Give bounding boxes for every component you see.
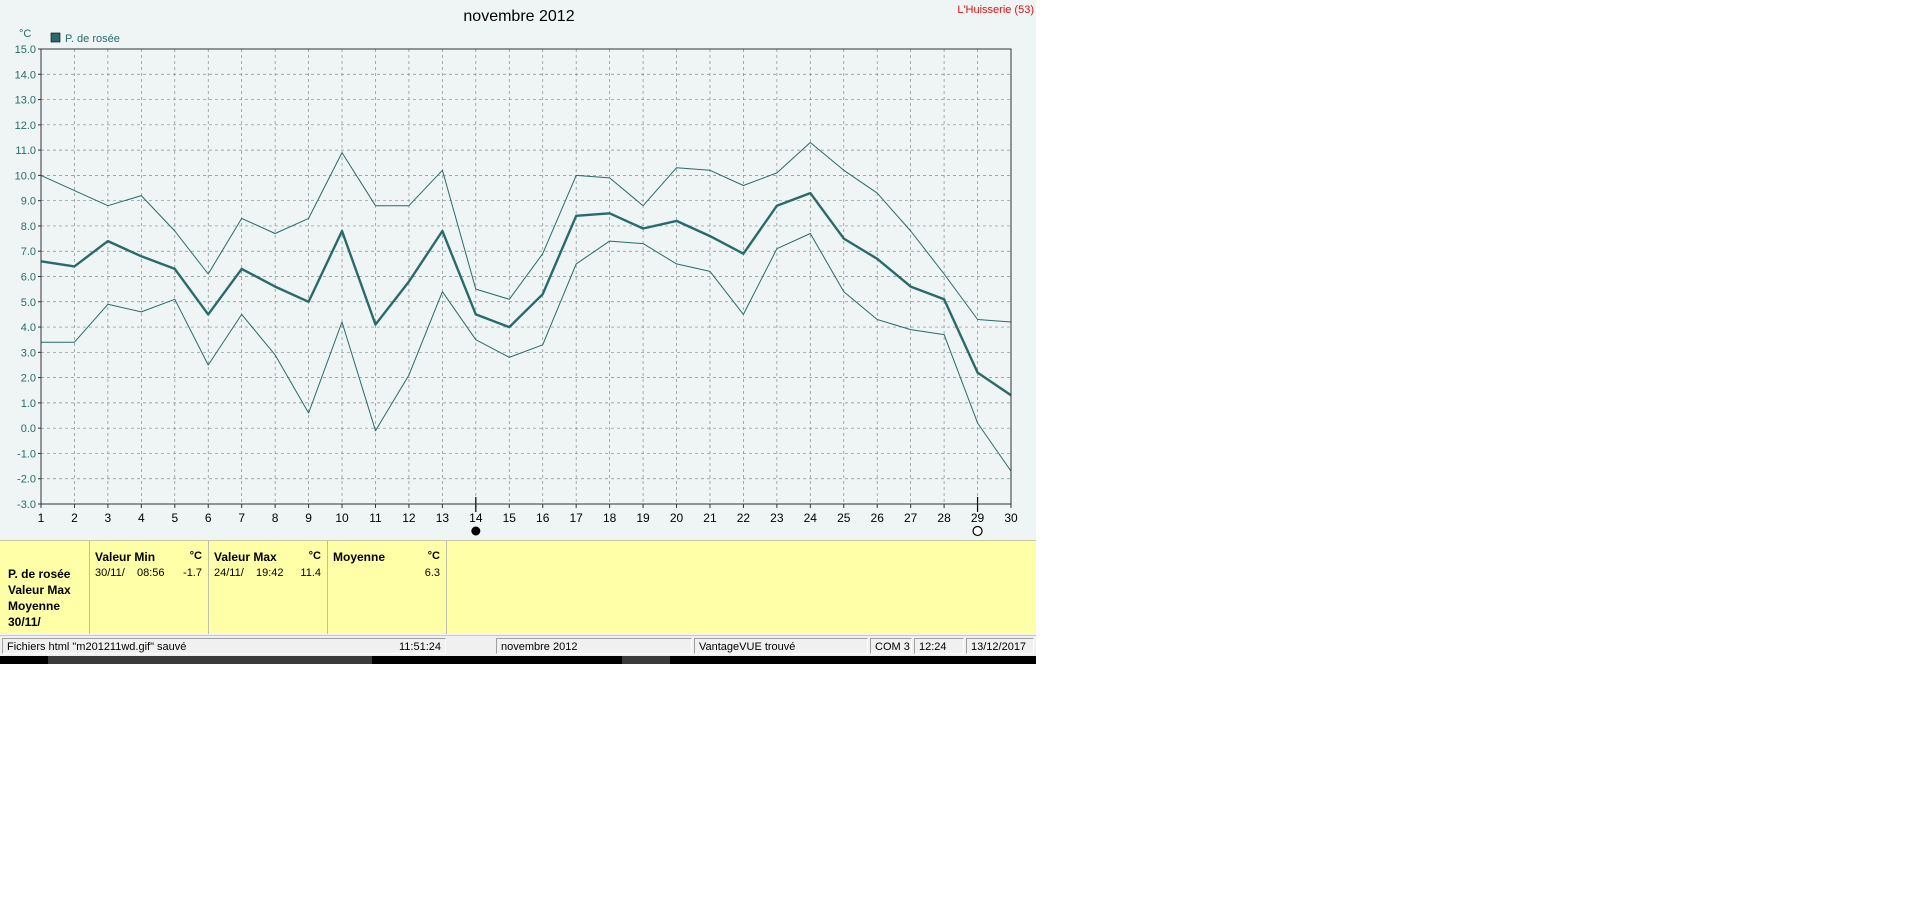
avg-column: Moyenne °C 6.3 xyxy=(328,541,447,634)
avg-unit: °C xyxy=(427,550,440,562)
y-tick-label: 15.0 xyxy=(15,44,36,56)
legend-swatch xyxy=(50,32,61,43)
y-tick-label: 12.0 xyxy=(15,120,36,132)
y-tick-label: -3.0 xyxy=(17,499,36,511)
y-tick-label: 0.0 xyxy=(21,423,36,435)
x-tick-label: 16 xyxy=(536,511,550,525)
y-tick-label: 4.0 xyxy=(21,322,36,334)
status-time-saved: 11:51:24 xyxy=(398,641,441,653)
date-label: 30/11/ xyxy=(8,615,41,629)
avg-label: Moyenne xyxy=(8,599,61,613)
x-tick-label: 3 xyxy=(105,511,112,525)
y-axis-unit: °C xyxy=(19,28,31,40)
x-tick-label: 9 xyxy=(305,511,312,525)
y-tick-label: 2.0 xyxy=(21,373,36,385)
stats-labels-column: P. de rosée Valeur Max Moyenne 30/11/ xyxy=(0,541,90,634)
y-tick-label: 1.0 xyxy=(21,398,36,410)
x-tick-label: 20 xyxy=(670,511,684,525)
series-layer xyxy=(40,142,1012,472)
x-tick-label: 6 xyxy=(205,511,212,525)
weather-app-window: novembre 2012 °C P. de rosée 15.0 14.0 13.… xyxy=(0,0,1036,664)
x-tick-label: 12 xyxy=(402,511,416,525)
x-tick-label: 19 xyxy=(636,511,650,525)
max-date: 24/11/ xyxy=(214,567,244,579)
min-date: 30/11/ xyxy=(95,567,125,579)
dew-point-chart: novembre 2012 °C P. de rosée 15.014.013.… xyxy=(15,8,1018,537)
y-tick-label: 9.0 xyxy=(21,196,36,208)
min-header: Valeur Min xyxy=(95,550,156,564)
series-line-max xyxy=(40,142,1012,323)
x-tick-label: 26 xyxy=(871,511,885,525)
x-tick-label: 29 xyxy=(971,511,985,525)
new-moon-icon xyxy=(471,526,481,536)
x-axis: 1 2 3 4 5 6 7 8 9 10 11 12 13 14 15 16 17 18 19 20 21 22 23 24 2… xyxy=(38,504,1018,525)
y-tick-label: 11.0 xyxy=(15,145,36,157)
x-tick-label: 10 xyxy=(335,511,349,525)
max-label: Valeur Max xyxy=(8,583,71,597)
avg-header: Moyenne xyxy=(333,550,386,564)
x-tick-label: 25 xyxy=(837,511,851,525)
status-port: COM 3 xyxy=(870,638,912,654)
bottom-strip xyxy=(0,656,1036,664)
x-tick-label: 21 xyxy=(703,511,717,525)
x-tick-label: 24 xyxy=(804,511,818,525)
x-tick-label: 30 xyxy=(1004,511,1018,525)
y-tick-label: 7.0 xyxy=(21,246,36,258)
y-tick-label: -1.0 xyxy=(17,448,36,460)
station-label: L'Huisserie (53) xyxy=(957,4,1034,16)
max-value: 11.4 xyxy=(300,567,321,579)
chart-title: novembre 2012 xyxy=(463,8,574,25)
x-tick-label: 2 xyxy=(71,511,78,525)
y-tick-label: -2.0 xyxy=(17,474,36,486)
max-unit: °C xyxy=(308,550,321,562)
x-tick-label: 7 xyxy=(238,511,245,525)
x-tick-label: 11 xyxy=(369,511,382,525)
strip-segment xyxy=(48,656,372,664)
max-header: Valeur Max xyxy=(214,550,277,564)
y-tick-label: 14.0 xyxy=(15,69,36,81)
x-tick-label: 28 xyxy=(937,511,951,525)
status-month: novembre 2012 xyxy=(496,638,692,654)
x-tick-label: 4 xyxy=(138,511,145,525)
y-tick-label: 6.0 xyxy=(21,272,36,284)
full-moon-icon xyxy=(972,525,983,537)
x-tick-label: 23 xyxy=(770,511,784,525)
x-tick-label: 5 xyxy=(171,511,178,525)
status-file-message: Fichiers html "m201211wd.gif" sauvé 11:5… xyxy=(2,638,446,654)
stats-panel: P. de rosée Valeur Max Moyenne 30/11/ Va… xyxy=(0,540,1036,634)
x-tick-label: 22 xyxy=(737,511,751,525)
x-tick-label: 17 xyxy=(569,511,583,525)
strip-segment xyxy=(622,656,670,664)
y-tick-label: 13.0 xyxy=(15,95,36,107)
status-time: 12:24 xyxy=(914,638,964,654)
x-tick-label: 8 xyxy=(272,511,279,525)
series-line-moyenne xyxy=(40,191,1012,397)
status-device: VantageVUE trouvé xyxy=(694,638,868,654)
x-tick-label: 1 xyxy=(38,511,45,525)
y-tick-label: 8.0 xyxy=(21,221,36,233)
chart-area: novembre 2012 °C P. de rosée 15.0 14.0 13.… xyxy=(0,0,1036,540)
y-tick-label: 10.0 xyxy=(15,170,36,182)
max-column: Valeur Max °C 24/11/ 19:42 11.4 xyxy=(209,541,328,634)
y-tick-label: 5.0 xyxy=(21,297,36,309)
x-tick-label: 15 xyxy=(503,511,517,525)
y-axis: 15.0 14.0 13.0 12.0 11.0 10.0 9.0 8.0 7.0 6.0 5.0 4… xyxy=(15,44,41,511)
status-bar: Fichiers html "m201211wd.gif" sauvé 11:5… xyxy=(0,635,1036,656)
status-spacer xyxy=(446,637,496,653)
status-file-text: Fichiers html "m201211wd.gif" sauvé xyxy=(7,641,187,653)
status-date: 13/12/2017 xyxy=(966,638,1034,654)
min-time: 08:56 xyxy=(137,567,165,579)
min-unit: °C xyxy=(189,550,202,562)
min-value: -1.7 xyxy=(183,567,202,579)
param-label: P. de rosée xyxy=(8,567,71,581)
avg-value: 6.3 xyxy=(424,567,440,579)
x-tick-label: 18 xyxy=(603,511,617,525)
x-tick-label: 27 xyxy=(904,511,918,525)
min-column: Valeur Min °C 30/11/ 08:56 -1.7 xyxy=(90,541,209,634)
x-tick-label: 13 xyxy=(436,511,450,525)
legend-label: P. de rosée xyxy=(65,33,120,45)
y-tick-label: 3.0 xyxy=(21,347,36,359)
max-time: 19:42 xyxy=(256,567,284,579)
x-tick-label: 14 xyxy=(469,511,483,525)
